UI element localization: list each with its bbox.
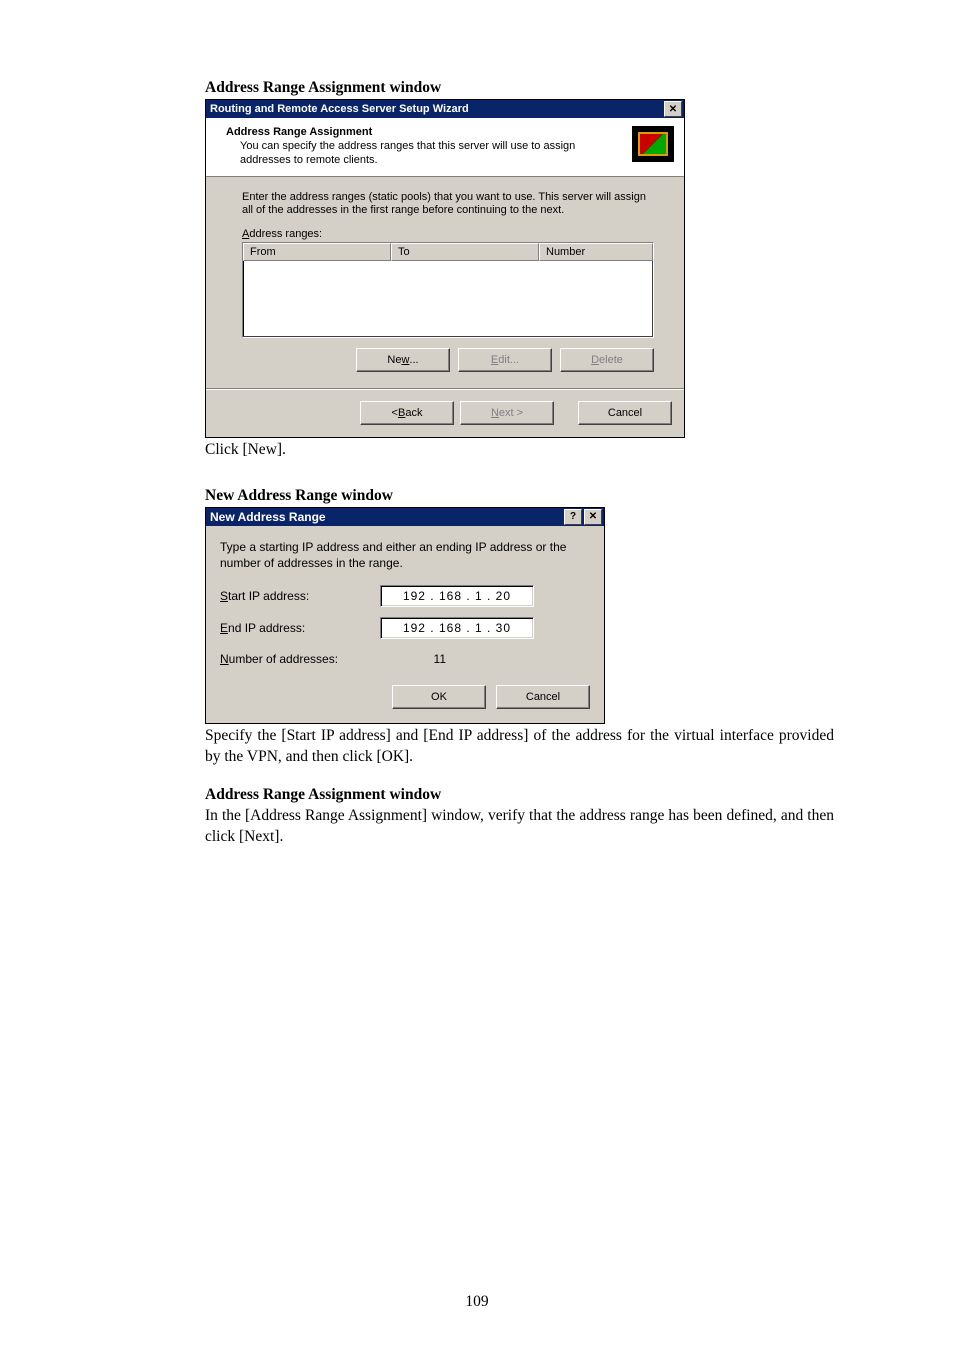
wizard-intro-text: Enter the address ranges (static pools) … <box>242 191 654 219</box>
close-icon[interactable]: ✕ <box>584 509 602 525</box>
caption-1: Address Range Assignment window <box>205 79 834 97</box>
wizard-header-icon <box>632 126 674 162</box>
end-ip-label: End IP address: <box>220 621 370 635</box>
edit-button: Edit... <box>458 348 552 372</box>
wizard-titlebar: Routing and Remote Access Server Setup W… <box>206 100 684 118</box>
wizard-header-title: Address Range Assignment <box>226 126 622 138</box>
wizard-window: Routing and Remote Access Server Setup W… <box>205 99 685 438</box>
instruction-2: Specify the [Start IP address] and [End … <box>205 726 834 768</box>
col-from[interactable]: From <box>243 243 391 261</box>
start-ip-label: Start IP address: <box>220 589 370 603</box>
col-number[interactable]: Number <box>539 243 653 261</box>
delete-button: Delete <box>560 348 654 372</box>
cancel-button[interactable]: Cancel <box>578 401 672 425</box>
new-button[interactable]: New... <box>356 348 450 372</box>
number-label: Number of addresses: <box>220 652 370 666</box>
instruction-1: Click [New]. <box>205 440 834 461</box>
address-ranges-list[interactable]: From To Number <box>242 242 654 338</box>
new-address-range-window: New Address Range ? ✕ Type a starting IP… <box>205 507 605 724</box>
help-icon[interactable]: ? <box>564 509 582 525</box>
wizard-title: Routing and Remote Access Server Setup W… <box>210 103 662 115</box>
newrange-title: New Address Range <box>210 510 562 524</box>
end-ip-input[interactable]: 192 . 168 . 1 . 30 <box>380 617 534 639</box>
number-of-addresses-value: 11 <box>380 649 452 669</box>
instruction-3: In the [Address Range Assignment] window… <box>205 806 834 848</box>
col-to[interactable]: To <box>391 243 539 261</box>
next-button: Next > <box>460 401 554 425</box>
close-icon[interactable]: ✕ <box>664 101 682 117</box>
caption-3: Address Range Assignment window <box>205 786 834 804</box>
back-button[interactable]: < Back <box>360 401 454 425</box>
caption-2: New Address Range window <box>205 487 834 505</box>
address-ranges-label: Address ranges: <box>242 228 654 240</box>
list-headers: From To Number <box>243 243 653 261</box>
wizard-header-subtitle: You can specify the address ranges that … <box>240 140 622 168</box>
newrange-intro: Type a starting IP address and either an… <box>220 540 590 571</box>
newrange-titlebar: New Address Range ? ✕ <box>206 508 604 526</box>
page-number: 109 <box>0 1293 954 1311</box>
start-ip-input[interactable]: 192 . 168 . 1 . 20 <box>380 585 534 607</box>
wizard-header: Address Range Assignment You can specify… <box>206 118 684 177</box>
cancel-button[interactable]: Cancel <box>496 685 590 709</box>
ok-button[interactable]: OK <box>392 685 486 709</box>
